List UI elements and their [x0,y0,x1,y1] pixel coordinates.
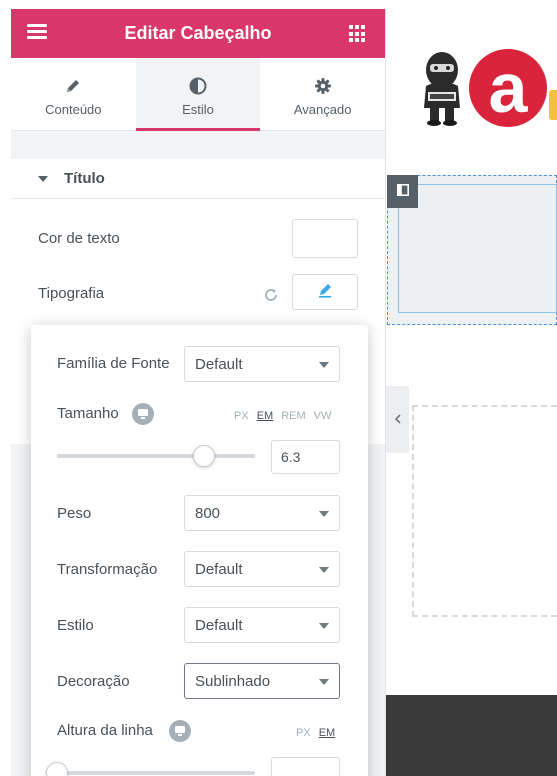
size-value: 6.3 [281,449,301,465]
transform-label: Transformação [57,561,158,578]
weight-label: Peso [57,505,92,522]
decoration-select[interactable]: Sublinhado [184,663,340,699]
pencil-icon [65,76,81,96]
chevron-down-icon [319,623,329,629]
font-family-value: Default [195,355,243,373]
weight-value: 800 [195,504,221,522]
empty-drop-area[interactable] [412,405,557,617]
responsive-icon[interactable] [169,720,191,742]
ninja-mascot-logo [420,50,464,131]
section-handle[interactable] [387,175,418,208]
reset-icon[interactable] [263,287,279,303]
caret-down-icon [38,175,48,182]
text-color-picker[interactable] [292,219,358,258]
edit-typography-button[interactable] [292,274,358,310]
size-label: Tamanho [57,405,119,422]
tab-content[interactable]: Conteúdo [11,58,136,130]
font-family-label: Família de Fonte [57,355,170,372]
brand-logo: a [469,49,547,127]
chevron-left-icon [394,411,402,429]
unit-px[interactable]: PX [296,727,311,739]
chevron-down-icon [319,567,329,573]
style-value: Default [195,616,243,634]
size-slider-track[interactable] [57,454,255,458]
size-slider-handle[interactable] [192,445,215,467]
chevron-down-icon [319,679,329,685]
half-circle-icon [189,76,207,96]
line-height-slider-track[interactable] [57,771,255,775]
size-input[interactable]: 6.3 [271,440,340,474]
tab-style[interactable]: Estilo [135,58,261,131]
hamburger-icon[interactable] [27,24,47,42]
tab-advanced[interactable]: Avançado [260,58,385,130]
size-units: PX EM REM VW [234,410,331,422]
chevron-down-icon [319,511,329,517]
grid-icon[interactable] [349,25,367,43]
weight-select[interactable]: 800 [184,495,340,531]
brand-logo-edge [549,90,557,120]
typography-popover: Família de Fonte Default Tamanho PX EM R… [31,325,368,776]
decoration-label: Decoração [57,673,130,690]
line-height-slider-handle[interactable] [46,762,68,776]
editor-screen: { "panel": { "title": "Editar Cabeçalho"… [0,0,557,776]
unit-em[interactable]: EM [257,410,274,422]
tab-content-label: Conteúdo [45,102,102,117]
section-title-toggle[interactable]: Título [11,159,385,199]
panel-header: Editar Cabeçalho [11,9,385,58]
unit-px[interactable]: PX [234,410,249,422]
selected-column[interactable] [398,184,557,313]
style-select[interactable]: Default [184,607,340,643]
line-height-units: PX EM [296,727,335,739]
font-family-select[interactable]: Default [184,346,340,382]
transform-value: Default [195,560,243,578]
panel-tabs: Conteúdo Estilo Avançado [11,58,385,131]
unit-vw[interactable]: VW [314,410,332,422]
typography-label: Tipografia [38,285,105,302]
section-title-label: Título [64,170,105,187]
tab-style-label: Estilo [182,102,214,117]
columns-icon [396,183,409,201]
line-height-label: Altura da linha [57,722,153,739]
tab-advanced-label: Avançado [293,102,352,117]
unit-rem[interactable]: REM [281,410,305,422]
unit-em[interactable]: EM [319,727,336,739]
style-label: Estilo [57,617,94,634]
footer-section [386,695,557,776]
collapse-panel-button[interactable] [386,386,409,453]
decoration-value: Sublinhado [195,672,271,690]
pencil-icon [317,282,333,303]
transform-select[interactable]: Default [184,551,340,587]
text-color-label: Cor de texto [38,230,120,247]
line-height-input[interactable] [271,757,340,776]
responsive-icon[interactable] [132,403,154,425]
gear-icon [314,76,332,96]
chevron-down-icon [319,362,329,368]
panel-title: Editar Cabeçalho [124,23,272,43]
